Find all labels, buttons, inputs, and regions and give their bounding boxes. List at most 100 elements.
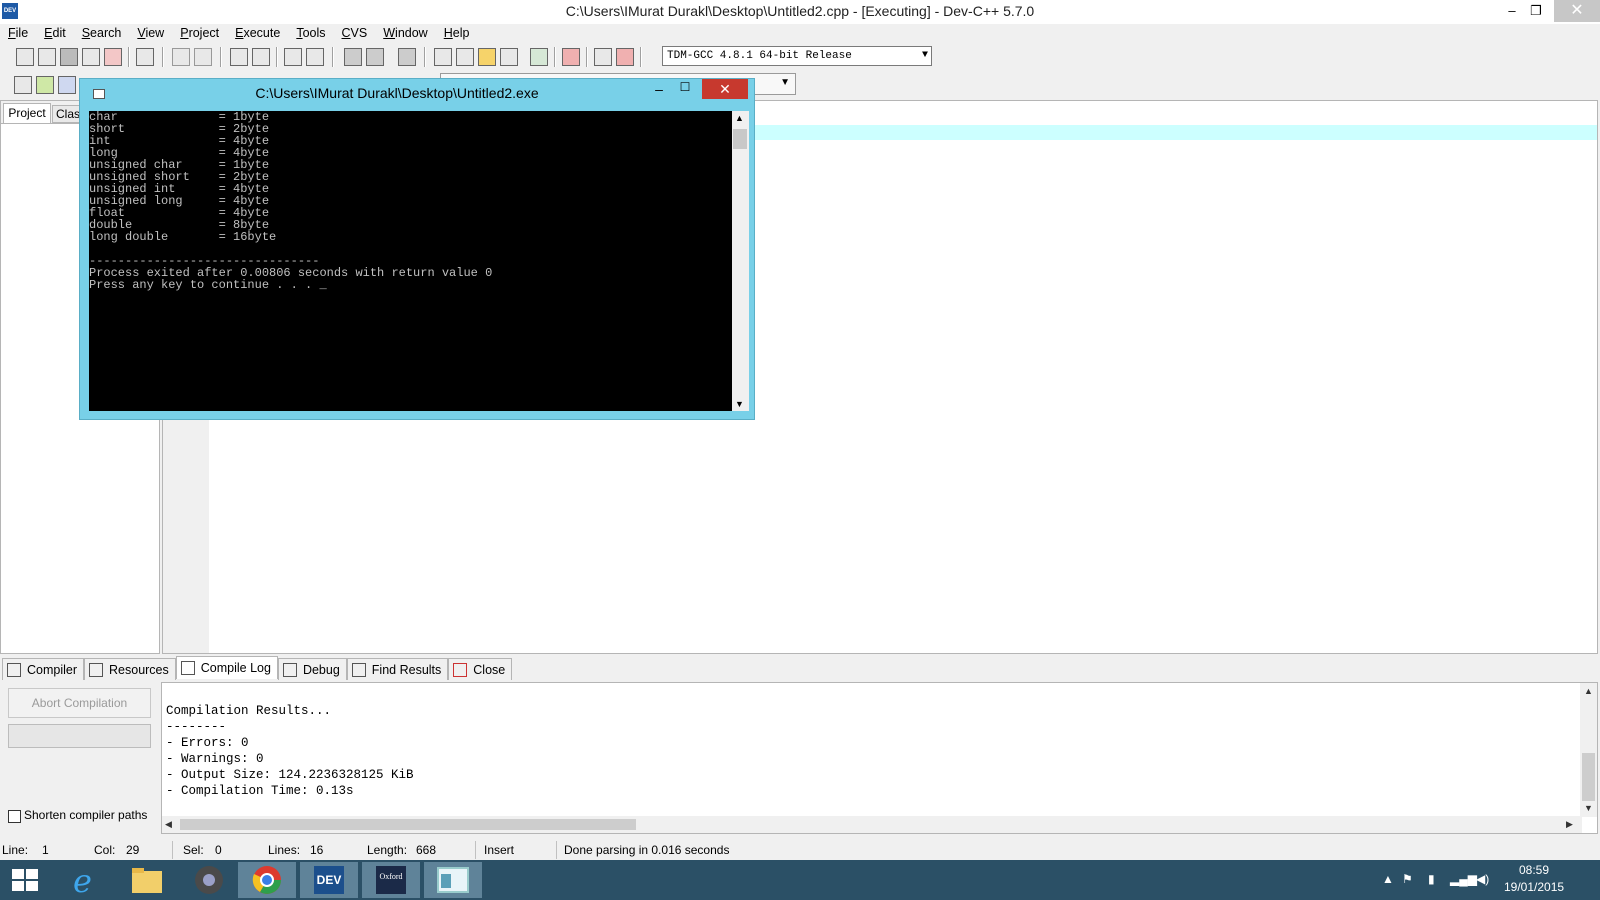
menu-view[interactable]: View: [129, 24, 172, 42]
restore-button[interactable]: ❐: [1520, 0, 1552, 22]
menu-bar: File Edit Search View Project Execute To…: [0, 24, 1600, 42]
tab-resources[interactable]: Resources: [84, 658, 176, 680]
media-app-icon[interactable]: [180, 862, 238, 898]
tab-close[interactable]: Close: [448, 658, 513, 680]
menu-file[interactable]: File: [0, 24, 36, 42]
tab-debug[interactable]: Debug: [277, 658, 347, 680]
power-icon[interactable]: ▮: [1428, 872, 1435, 886]
windows-start-icon[interactable]: [12, 869, 38, 891]
grid-icon: [7, 662, 21, 677]
insert-icon[interactable]: [14, 76, 32, 94]
tab-find-results[interactable]: Find Results: [346, 658, 449, 680]
console-output-area[interactable]: char = 1byte short = 2byte int = 4byte long…: [89, 111, 749, 411]
flag-icon[interactable]: ⚑: [1402, 872, 1413, 886]
tab-project[interactable]: Project: [3, 103, 51, 123]
internet-explorer-icon[interactable]: e: [56, 862, 114, 900]
console-close-button[interactable]: ✕: [702, 79, 748, 99]
new-file-icon[interactable]: [16, 48, 34, 66]
status-length-label: Length:: [367, 843, 408, 857]
toggle-bookmark-icon[interactable]: [36, 76, 54, 94]
shorten-paths-checkbox[interactable]: [8, 810, 21, 823]
menu-edit[interactable]: Edit: [36, 24, 74, 42]
stop-execution-icon[interactable]: [562, 48, 580, 66]
bookmark-icon[interactable]: [398, 48, 416, 66]
run-icon[interactable]: [456, 48, 474, 66]
tray-expand-icon[interactable]: ▲: [1382, 872, 1394, 886]
back-icon[interactable]: [344, 48, 362, 66]
indent-icon[interactable]: [284, 48, 302, 66]
scroll-up-icon[interactable]: ▲: [1584, 686, 1593, 696]
tab-compile-log[interactable]: Compile Log: [175, 656, 278, 679]
compile-run-icon[interactable]: [478, 48, 496, 66]
menu-project[interactable]: Project: [172, 24, 227, 42]
oxford-dictionary-icon[interactable]: Oxford: [362, 862, 420, 898]
status-sel-value: 0: [215, 843, 222, 857]
status-col-value: 29: [126, 843, 140, 857]
file-explorer-icon[interactable]: [118, 862, 176, 898]
log-vertical-scrollbar[interactable]: ▲ ▼: [1580, 683, 1597, 817]
devcpp-taskbar-icon[interactable]: DEV: [300, 862, 358, 898]
status-bar: Line: 1 Col: 29 Sel: 0 Lines: 16 Length:…: [0, 841, 1600, 859]
chrome-icon[interactable]: [238, 862, 296, 898]
compiler-select[interactable]: TDM-GCC 4.8.1 64-bit Release ▼: [662, 46, 932, 66]
console-title: C:\Users\IMurat Durakl\Desktop\Untitled2…: [255, 85, 539, 101]
forward-icon[interactable]: [366, 48, 384, 66]
close-file-icon[interactable]: [104, 48, 122, 66]
save-icon[interactable]: [60, 48, 78, 66]
open-file-icon[interactable]: [38, 48, 56, 66]
console-scrollbar[interactable]: ▲ ▼: [732, 111, 749, 411]
log-line: Compilation Results...: [166, 704, 332, 718]
goto-line-icon[interactable]: [306, 48, 324, 66]
status-col-label: Col:: [94, 843, 116, 857]
scroll-thumb[interactable]: [733, 129, 747, 149]
menu-search[interactable]: Search: [74, 24, 130, 42]
log-line: - Output Size: 124.2236328125 KiB: [166, 768, 414, 782]
scroll-thumb[interactable]: [180, 819, 636, 830]
chevron-down-icon: ▼: [921, 50, 928, 61]
scroll-down-icon[interactable]: ▼: [735, 399, 744, 409]
rebuild-icon[interactable]: [500, 48, 518, 66]
tab-compiler[interactable]: Compiler: [2, 658, 85, 680]
compile-log-text: Compilation Results... -------- - Errors: …: [166, 703, 414, 799]
network-icon[interactable]: ▂▄▆: [1450, 872, 1477, 886]
status-length-value: 668: [416, 843, 437, 857]
menu-execute[interactable]: Execute: [227, 24, 288, 42]
log-line: - Errors: 0: [166, 736, 249, 750]
delete-profile-icon[interactable]: [616, 48, 634, 66]
console-output: char = 1byte short = 2byte int = 4byte long…: [89, 111, 734, 411]
close-button[interactable]: ✕: [1554, 0, 1600, 22]
print-icon[interactable]: [136, 48, 154, 66]
scroll-right-icon[interactable]: ▶: [1566, 819, 1573, 830]
log-line: --------: [166, 720, 227, 734]
scroll-thumb[interactable]: [1582, 753, 1595, 801]
console-taskbar-icon[interactable]: [424, 862, 482, 898]
find-icon[interactable]: [230, 48, 248, 66]
scroll-up-icon[interactable]: ▲: [735, 113, 744, 123]
undo-icon[interactable]: [172, 48, 190, 66]
redo-icon[interactable]: [194, 48, 212, 66]
status-lines-value: 16: [310, 843, 324, 857]
menu-cvs[interactable]: CVS: [334, 24, 376, 42]
goto-bookmark-icon[interactable]: [58, 76, 76, 94]
compile-log-panel[interactable]: Compilation Results... -------- - Errors: …: [161, 682, 1598, 834]
menu-window[interactable]: Window: [375, 24, 435, 42]
log-horizontal-scrollbar[interactable]: ◀ ▶: [162, 816, 1582, 833]
shorten-paths-label: Shorten compiler paths: [24, 808, 148, 822]
syntax-check-icon[interactable]: [530, 48, 548, 66]
volume-icon[interactable]: ◀): [1476, 872, 1489, 886]
replace-icon[interactable]: [252, 48, 270, 66]
console-minimize-button[interactable]: –: [650, 81, 668, 97]
scroll-down-icon[interactable]: ▼: [1584, 803, 1593, 813]
clock-time[interactable]: 08:59: [1504, 863, 1564, 877]
profile-icon[interactable]: [594, 48, 612, 66]
console-window: C:\Users\IMurat Durakl\Desktop\Untitled2…: [79, 78, 755, 420]
menu-tools[interactable]: Tools: [288, 24, 333, 42]
scroll-left-icon[interactable]: ◀: [165, 819, 172, 830]
save-all-icon[interactable]: [82, 48, 100, 66]
compile-icon[interactable]: [434, 48, 452, 66]
status-lines-label: Lines:: [268, 843, 301, 857]
clock-date[interactable]: 19/01/2015: [1504, 880, 1564, 894]
abort-compilation-button[interactable]: Abort Compilation: [8, 688, 151, 718]
menu-help[interactable]: Help: [436, 24, 478, 42]
console-maximize-button[interactable]: ☐: [676, 80, 694, 94]
